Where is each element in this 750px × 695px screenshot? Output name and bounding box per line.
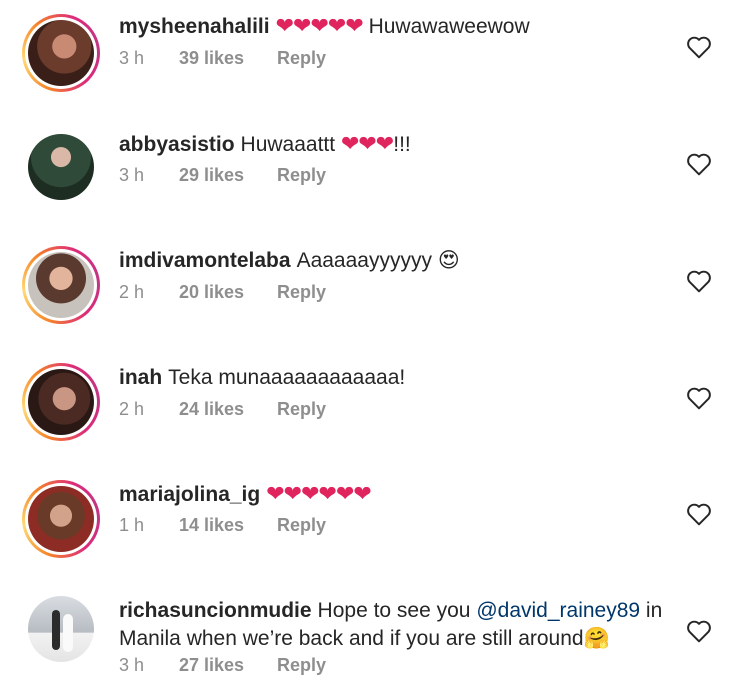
comment-text: imdivamontelaba Aaaaaayyyyyy 😍: [119, 247, 664, 275]
comment-likes[interactable]: 24 likes: [179, 399, 277, 420]
comment-time[interactable]: 2 h: [119, 282, 179, 303]
comment-likes[interactable]: 29 likes: [179, 165, 277, 186]
reply-button[interactable]: Reply: [277, 165, 326, 186]
comment-meta: 3 h 39 likes Reply: [119, 48, 326, 69]
comment-username[interactable]: abbyasistio: [119, 133, 235, 156]
heart-outline-icon[interactable]: [686, 386, 712, 410]
comment-meta: 3 h 27 likes Reply: [119, 655, 326, 676]
hearts-emoji: ❤❤❤: [340, 131, 394, 156]
heart-outline-icon[interactable]: [686, 269, 712, 293]
avatar: [28, 252, 94, 318]
comment-time[interactable]: 1 h: [119, 515, 179, 536]
comment-meta: 2 h 20 likes Reply: [119, 282, 326, 303]
avatar-ring[interactable]: [22, 590, 100, 668]
avatar: [28, 596, 94, 662]
comment-body: Huwaaattt: [240, 133, 341, 156]
reply-button[interactable]: Reply: [277, 282, 326, 303]
comment-username[interactable]: mariajolina_ig: [119, 483, 260, 506]
comment-body: Aaaaaayyyyyy: [296, 249, 438, 272]
comment-likes[interactable]: 14 likes: [179, 515, 277, 536]
comment-time[interactable]: 3 h: [119, 165, 179, 186]
avatar-ring[interactable]: [22, 363, 100, 441]
avatar: [28, 369, 94, 435]
hearts-emoji: ❤❤❤❤❤❤: [266, 481, 372, 506]
comment-text: mariajolina_ig ❤❤❤❤❤❤: [119, 480, 664, 509]
comment-body-end: !!!: [393, 133, 411, 156]
comment-text: inah Teka munaaaaaaaaaaaa!: [119, 364, 664, 392]
comment-body: Huwawaweewow: [362, 15, 530, 38]
avatar-ring[interactable]: [22, 128, 100, 206]
hearts-emoji: ❤❤❤❤❤: [275, 13, 364, 38]
avatar: [28, 20, 94, 86]
comment-username[interactable]: richasuncionmudie: [119, 599, 312, 622]
comment-likes[interactable]: 39 likes: [179, 48, 277, 69]
comment-likes[interactable]: 20 likes: [179, 282, 277, 303]
heart-outline-icon[interactable]: [686, 619, 712, 643]
heart-outline-icon[interactable]: [686, 152, 712, 176]
avatar-ring[interactable]: [22, 14, 100, 92]
heart-eyes-emoji: 😍: [437, 249, 460, 272]
comment-meta: 2 h 24 likes Reply: [119, 399, 326, 420]
comment-text: abbyasistio Huwaaattt ❤❤❤!!!: [119, 130, 664, 159]
heart-outline-icon[interactable]: [686, 502, 712, 526]
reply-button[interactable]: Reply: [277, 48, 326, 69]
comment-time[interactable]: 2 h: [119, 399, 179, 420]
hugging-emoji: 🤗: [583, 627, 610, 650]
comment-likes[interactable]: 27 likes: [179, 655, 277, 676]
comment-username[interactable]: inah: [119, 366, 162, 389]
comment-meta: 3 h 29 likes Reply: [119, 165, 326, 186]
avatar-ring[interactable]: [22, 246, 100, 324]
comment-username[interactable]: mysheenahalili: [119, 15, 270, 38]
comment-meta: 1 h 14 likes Reply: [119, 515, 326, 536]
reply-button[interactable]: Reply: [277, 655, 326, 676]
reply-button[interactable]: Reply: [277, 515, 326, 536]
avatar: [28, 134, 94, 200]
avatar-ring[interactable]: [22, 480, 100, 558]
comment-body: Teka munaaaaaaaaaaaa!: [168, 366, 406, 389]
reply-button[interactable]: Reply: [277, 399, 326, 420]
comment-text: richasuncionmudie Hope to see you @david_…: [119, 597, 664, 653]
mention-link[interactable]: @david_rainey89: [476, 599, 640, 622]
comment-time[interactable]: 3 h: [119, 655, 179, 676]
heart-outline-icon[interactable]: [686, 35, 712, 59]
comment-body: Hope to see you: [317, 599, 477, 622]
avatar: [28, 486, 94, 552]
comment-time[interactable]: 3 h: [119, 48, 179, 69]
comment-username[interactable]: imdivamontelaba: [119, 249, 291, 272]
comment-text: mysheenahalili ❤❤❤❤❤ Huwawaweewow: [119, 12, 664, 41]
